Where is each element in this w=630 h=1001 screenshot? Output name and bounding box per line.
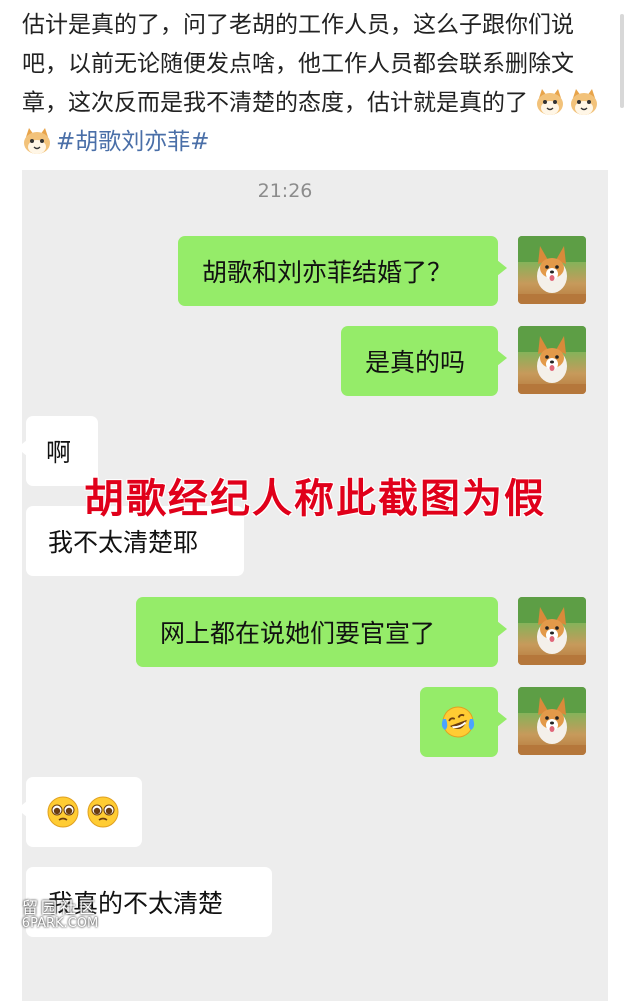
- corgi-avatar-icon: [518, 236, 586, 304]
- message-text: 是真的吗: [365, 348, 466, 377]
- cat-emoji: [24, 128, 50, 154]
- avatar[interactable]: [518, 597, 586, 665]
- post-text: 估计是真的了，问了老胡的工作人员，这么子跟你们说吧，以前无论随便发点啥，他工作人…: [22, 6, 612, 162]
- message-text: 胡歌和刘亦菲结婚了？: [202, 258, 453, 287]
- chat-screenshot: 21:26 胡歌和刘亦菲结婚了？ 是真的吗 啊 我不太清楚耶 网上都在说她们要官…: [22, 170, 608, 1001]
- avatar[interactable]: [518, 687, 586, 755]
- cat-emoji: [571, 89, 598, 115]
- avatar[interactable]: [518, 326, 586, 394]
- overlay-caption: 胡歌经纪人称此截图为假: [84, 475, 546, 522]
- corgi-avatar-icon: [518, 326, 586, 394]
- outgoing-message: 胡歌和刘亦菲结婚了？: [178, 236, 507, 306]
- outgoing-message: [420, 687, 507, 757]
- message-text: 网上都在说她们要官宣了: [160, 619, 436, 648]
- avatar[interactable]: [518, 236, 586, 304]
- corgi-avatar-icon: [518, 597, 586, 665]
- corgi-avatar-icon: [518, 687, 586, 755]
- cat-emoji: [537, 89, 564, 115]
- pleading-face-emoji-icon: [87, 796, 119, 828]
- watermark-line1: 留园社区: [21, 898, 98, 917]
- outgoing-message: 是真的吗: [341, 326, 507, 396]
- outgoing-message: 网上都在说她们要官宣了: [136, 597, 507, 667]
- tears-of-joy-emoji-icon: [441, 706, 475, 738]
- site-watermark: 留园社区 6PARK.COM: [10, 900, 110, 932]
- scrollbar[interactable]: [620, 14, 624, 108]
- post-body: 估计是真的了，问了老胡的工作人员，这么子跟你们说吧，以前无论随便发点啥，他工作人…: [22, 12, 574, 116]
- chat-timestamp: 21:26: [257, 180, 313, 202]
- message-text: 啊: [46, 438, 72, 467]
- message-text: 我不太清楚耶: [48, 528, 199, 557]
- incoming-message: [22, 777, 142, 847]
- hashtag-link[interactable]: #胡歌刘亦菲#: [56, 129, 210, 155]
- pleading-face-emoji-icon: [47, 796, 79, 828]
- watermark-line2: 6PARK.COM: [21, 916, 99, 931]
